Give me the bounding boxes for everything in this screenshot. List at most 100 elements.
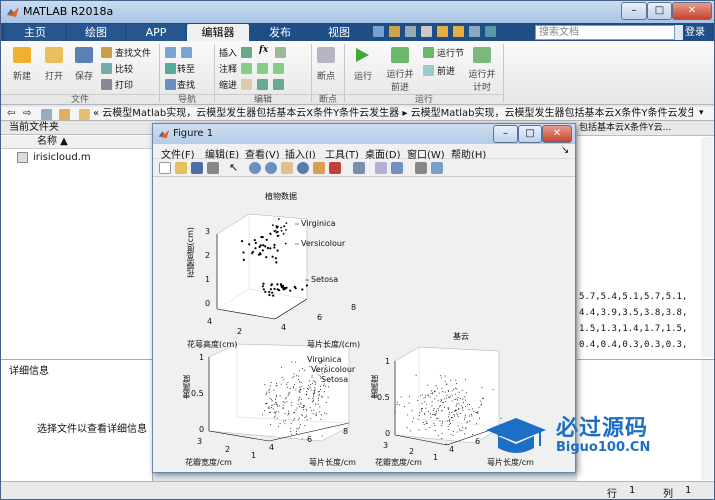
run-section-button[interactable]: 运行节 (437, 46, 464, 59)
tab-editor[interactable]: 编辑器 (187, 24, 249, 41)
scatter-point (313, 394, 314, 396)
insert-button[interactable]: 插入 (219, 46, 237, 59)
folder-path[interactable]: « 云模型Matlab实现，云模型发生器包括基本云X条件Y条件云发生器 ▸ 云模… (93, 107, 693, 121)
login-link[interactable]: 登录 (685, 25, 705, 40)
minimize-button[interactable]: – (621, 2, 647, 20)
indent-button[interactable]: 缩进 (219, 78, 237, 91)
goto-button[interactable]: 转至 (177, 62, 195, 75)
search-icon[interactable] (675, 25, 683, 40)
editor-scrollbar[interactable] (701, 137, 713, 357)
scatter-point (276, 384, 278, 386)
pan-icon[interactable] (281, 162, 293, 174)
zoom-out-icon[interactable] (265, 162, 277, 174)
command-scrollbar[interactable] (701, 360, 713, 480)
open-button[interactable]: 打开 (37, 69, 71, 82)
advance-icon[interactable] (423, 65, 434, 76)
compare-button[interactable]: 比较 (115, 62, 133, 75)
watermark: 必过源码 Biguo100.CN (484, 408, 684, 468)
run-time-icon[interactable] (473, 47, 491, 63)
print-icon[interactable] (101, 79, 112, 90)
data-cursor-icon[interactable] (313, 162, 325, 174)
insert-section-icon[interactable] (241, 47, 252, 58)
run-section-icon[interactable] (423, 47, 434, 58)
smart-indent-icon[interactable] (241, 79, 252, 90)
dock-arrow-icon[interactable]: ↘ (561, 145, 569, 156)
tab-publish[interactable]: 发布 (251, 24, 309, 41)
chevron-down-icon[interactable]: ▾ (699, 108, 704, 118)
run-advance-icon[interactable] (391, 47, 409, 63)
tab-plots[interactable]: 绘图 (67, 24, 125, 41)
find-icon[interactable] (165, 79, 176, 90)
show-plot-tools-icon[interactable] (431, 162, 443, 174)
save-icon-large[interactable] (75, 47, 93, 63)
save-button[interactable]: 保存 (67, 69, 101, 82)
new-figure-icon[interactable] (159, 162, 171, 174)
scatter-point (297, 399, 299, 401)
open-icon[interactable] (45, 47, 63, 63)
colorbar-icon[interactable] (375, 162, 387, 174)
figure-maximize-button[interactable]: □ (518, 125, 542, 143)
figure-close-button[interactable]: ✕ (542, 125, 572, 143)
switch-windows-icon[interactable] (469, 26, 480, 37)
search-input[interactable]: 搜索文档 (535, 25, 675, 40)
editor-tab[interactable]: 包括基本云X条件Y云... (577, 122, 714, 136)
hide-plot-tools-icon[interactable] (415, 162, 427, 174)
print-button[interactable]: 打印 (115, 78, 133, 91)
tab-home[interactable]: 主页 (5, 24, 65, 41)
decrease-indent-icon[interactable] (273, 79, 284, 90)
breakpoints-button[interactable]: 断点 (309, 69, 343, 82)
cut-icon[interactable] (389, 26, 400, 37)
breakpoints-icon[interactable] (317, 47, 335, 63)
redo-icon[interactable] (453, 26, 464, 37)
run-advance-button[interactable]: 运行并 前进 (381, 67, 419, 93)
paste-icon[interactable] (421, 26, 432, 37)
scatter-point (464, 396, 466, 398)
tab-view[interactable]: 视图 (311, 24, 367, 41)
goto-icon[interactable] (165, 63, 176, 74)
find-files-button[interactable]: 查找文件 (115, 46, 151, 59)
new-button[interactable]: 新建 (5, 69, 39, 82)
run-time-button[interactable]: 运行并 计时 (463, 67, 501, 93)
brush-icon[interactable] (329, 162, 341, 174)
run-button[interactable]: 运行 (347, 69, 379, 82)
increase-indent-icon[interactable] (257, 79, 268, 90)
back-nav-icon[interactable] (165, 47, 176, 58)
comment-button[interactable]: 注释 (219, 62, 237, 75)
back-arrow-icon[interactable]: ⇦ (7, 108, 15, 119)
print-figure-icon[interactable] (207, 162, 219, 174)
fx-button[interactable]: fx (259, 45, 268, 55)
figure-minimize-button[interactable]: – (493, 125, 518, 143)
run-icon[interactable] (353, 46, 371, 64)
uncomment-icon[interactable] (257, 63, 268, 74)
rotate-icon[interactable] (297, 162, 309, 174)
pointer-icon[interactable]: ↖ (229, 161, 238, 174)
legend-icon[interactable] (391, 162, 403, 174)
open-file-icon[interactable] (175, 162, 187, 174)
scatter-point (464, 418, 466, 420)
link-plot-icon[interactable] (353, 162, 365, 174)
undo-icon[interactable] (437, 26, 448, 37)
find-button[interactable]: 查找 (177, 78, 195, 91)
save-icon[interactable] (373, 26, 384, 37)
new-icon[interactable] (13, 47, 31, 63)
name-column-header[interactable]: 名称 ▲ (1, 136, 153, 149)
zoom-in-icon[interactable] (249, 162, 261, 174)
forward-arrow-icon[interactable]: ⇨ (23, 108, 31, 119)
help-icon[interactable] (485, 26, 496, 37)
compare-icon[interactable] (101, 63, 112, 74)
comment-icon[interactable] (241, 63, 252, 74)
up-folder-icon[interactable] (41, 109, 52, 120)
advance-button[interactable]: 前进 (437, 64, 455, 77)
insert-function-icon[interactable] (275, 47, 286, 58)
forward-nav-icon[interactable] (181, 47, 192, 58)
find-files-icon[interactable] (101, 47, 112, 58)
scatter-point (444, 381, 446, 383)
wrap-comment-icon[interactable] (273, 63, 284, 74)
copy-icon[interactable] (405, 26, 416, 37)
code-editor[interactable]: 包括基本云X条件Y云... 5.7,5.4,5.1,5.7,5.1, 4.4,3… (577, 122, 714, 359)
tab-apps[interactable]: APP (127, 24, 185, 41)
close-button[interactable]: ✕ (672, 2, 712, 20)
maximize-button[interactable]: □ (647, 2, 672, 20)
browse-folder-icon[interactable] (59, 109, 70, 120)
save-figure-icon[interactable] (191, 162, 203, 174)
